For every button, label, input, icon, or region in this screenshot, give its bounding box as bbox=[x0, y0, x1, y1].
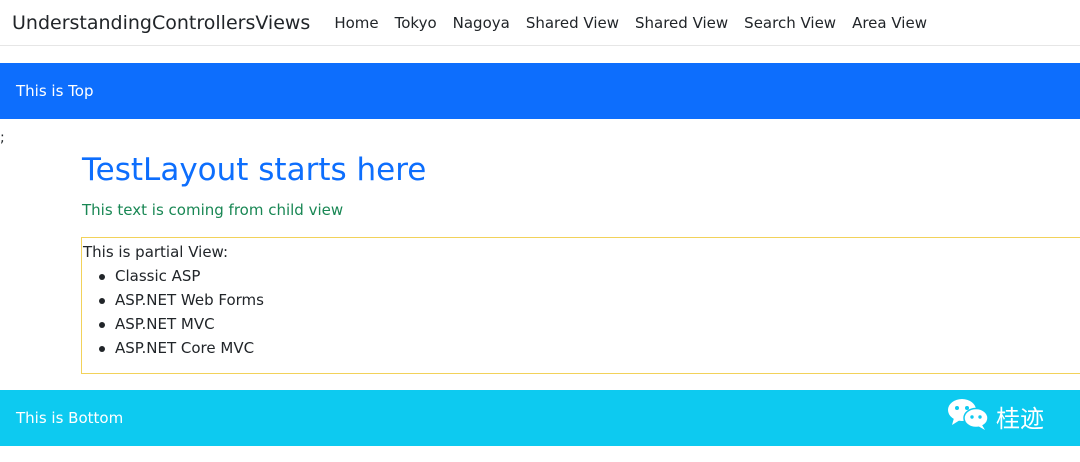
list-item: ASP.NET Core MVC bbox=[83, 336, 1080, 360]
child-view-text: This text is coming from child view bbox=[82, 201, 344, 219]
top-banner: This is Top bbox=[0, 63, 1080, 119]
brand-link[interactable]: UnderstandingControllersViews bbox=[12, 12, 310, 34]
wechat-icon bbox=[946, 396, 990, 436]
watermark-text: 桂迹 bbox=[996, 404, 1044, 433]
nav-link-area-view[interactable]: Area View bbox=[844, 14, 935, 32]
bottom-banner-text: This is Bottom bbox=[16, 409, 124, 427]
page-title: TestLayout starts here bbox=[82, 152, 427, 188]
nav-link-shared-view-2[interactable]: Shared View bbox=[627, 14, 736, 32]
bottom-banner: This is Bottom bbox=[0, 390, 1080, 446]
nav-link-nagoya[interactable]: Nagoya bbox=[445, 14, 518, 32]
partial-view-box: This is partial View: Classic ASP ASP.NE… bbox=[81, 237, 1080, 374]
top-banner-text: This is Top bbox=[16, 82, 94, 100]
nav-link-home[interactable]: Home bbox=[326, 14, 386, 32]
watermark: 桂迹 bbox=[946, 396, 1044, 436]
partial-view-list: Classic ASP ASP.NET Web Forms ASP.NET MV… bbox=[83, 264, 1080, 360]
partial-view-heading: This is partial View: bbox=[83, 243, 229, 261]
list-item: Classic ASP bbox=[83, 264, 1080, 288]
stray-semicolon: ; bbox=[0, 130, 5, 146]
navbar: UnderstandingControllersViews Home Tokyo… bbox=[0, 0, 1080, 46]
list-item: ASP.NET Web Forms bbox=[83, 288, 1080, 312]
list-item: ASP.NET MVC bbox=[83, 312, 1080, 336]
nav-link-search-view[interactable]: Search View bbox=[736, 14, 844, 32]
nav-link-tokyo[interactable]: Tokyo bbox=[387, 14, 445, 32]
nav-link-shared-view-1[interactable]: Shared View bbox=[518, 14, 627, 32]
